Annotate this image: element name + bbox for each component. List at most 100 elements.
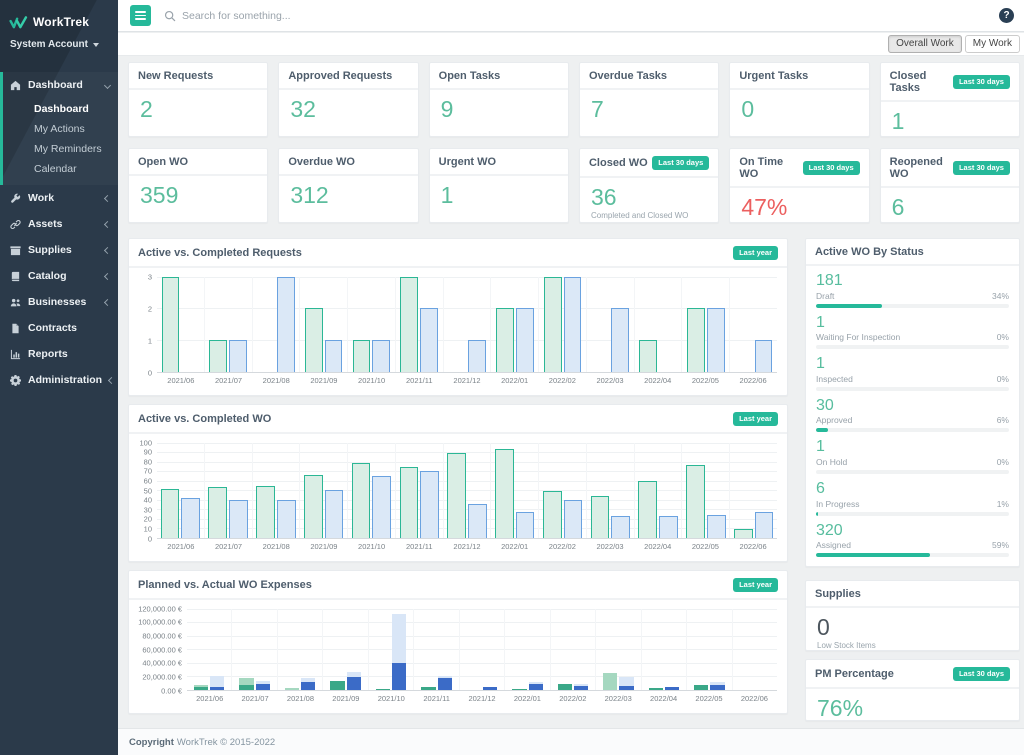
kpi-card-urgent-wo: Urgent WO1: [429, 148, 569, 223]
status-percent: 59%: [992, 540, 1009, 550]
timeframe-badge: Last 30 days: [652, 156, 709, 170]
y-axis: 1009080706050403020100: [129, 443, 157, 539]
bar: [495, 449, 514, 537]
help-icon[interactable]: ?: [999, 8, 1014, 23]
bar: [611, 308, 629, 371]
bar-group: [491, 277, 539, 372]
sidebar-item-catalog[interactable]: Catalog: [0, 263, 118, 289]
bar-group: [348, 277, 396, 372]
kpi-note: Completed and Closed WO: [580, 209, 718, 220]
bar-group: [596, 609, 641, 690]
stacked-bar: [285, 609, 299, 690]
bar: [353, 340, 371, 372]
chevron-left-icon: [108, 377, 115, 384]
status-row-in-progress: 6In Progress1%: [806, 474, 1019, 516]
stacked-bar: [512, 609, 526, 690]
sidebar-subitem-calendar[interactable]: Calendar: [3, 159, 118, 179]
bar: [707, 515, 726, 538]
sidebar-group-administration: Administration: [0, 367, 118, 393]
supplies-panel: Supplies 0 Low Stock Items: [805, 580, 1020, 651]
status-label: Inspected: [816, 374, 853, 384]
caret-down-icon: [93, 43, 99, 47]
bar-group: [460, 609, 505, 690]
bar: [707, 308, 725, 371]
bar: [161, 489, 180, 537]
timeframe-badge: Last 30 days: [953, 667, 1010, 681]
kpi-title: Overdue Tasks: [589, 70, 667, 82]
status-label: Draft: [816, 291, 834, 301]
stacked-bar: [438, 609, 452, 690]
copyright-label: Copyright: [129, 737, 174, 748]
my-work-button[interactable]: My Work: [965, 35, 1020, 53]
overall-work-button[interactable]: Overall Work: [888, 35, 962, 53]
sidebar-toggle-button[interactable]: [130, 5, 151, 26]
bar-group: [323, 609, 368, 690]
sidebar-submenu: DashboardMy ActionsMy RemindersCalendar: [3, 98, 118, 185]
sidebar-item-assets[interactable]: Assets: [0, 211, 118, 237]
kpi-value: 312: [279, 176, 417, 207]
bar-group: [348, 443, 396, 538]
stacked-bar: [330, 609, 344, 690]
sidebar-item-supplies[interactable]: Supplies: [0, 237, 118, 263]
stacked-bar: [756, 609, 770, 690]
bar: [734, 529, 753, 538]
y-axis: 3210: [129, 277, 157, 373]
bar-group: [205, 443, 253, 538]
chevron-left-icon: [104, 195, 111, 202]
dashboard-content: New Requests2Approved Requests32Open Tas…: [118, 56, 1024, 728]
sidebar-item-businesses[interactable]: Businesses: [0, 289, 118, 315]
status-label: Approved: [816, 415, 852, 425]
kpi-title: Approved Requests: [288, 70, 392, 82]
panel-title: PM Percentage: [815, 668, 894, 680]
sidebar-subitem-my-reminders[interactable]: My Reminders: [3, 139, 118, 159]
bar: [468, 340, 486, 372]
bar: [229, 340, 247, 372]
pm-percentage-panel: PM Percentage Last 30 days 76%: [805, 659, 1020, 721]
x-axis-labels: 2021/062021/072021/082021/092021/102021/…: [187, 691, 777, 703]
sidebar-item-reports[interactable]: Reports: [0, 341, 118, 367]
kpi-card-new-requests: New Requests2: [128, 62, 268, 137]
stacked-bar: [619, 609, 633, 690]
bar: [208, 487, 227, 537]
users-icon: [10, 297, 21, 308]
bar: [755, 512, 774, 538]
bar: [162, 277, 180, 372]
stacked-bar: [194, 609, 208, 690]
bar: [544, 277, 562, 372]
supplies-note: Low Stock Items: [806, 639, 1019, 650]
sidebar-item-dashboard[interactable]: Dashboard: [3, 72, 118, 98]
status-progressbar: [816, 553, 1009, 557]
search-input[interactable]: [182, 10, 482, 22]
sidebar-subitem-dashboard[interactable]: Dashboard: [3, 99, 118, 119]
stacked-bar: [347, 609, 361, 690]
chart-title: Planned vs. Actual WO Expenses: [138, 579, 312, 591]
kpi-card-closed-wo: Closed WOLast 30 days36Completed and Clo…: [579, 148, 719, 223]
bar: [352, 463, 371, 537]
timeframe-badge: Last 30 days: [953, 161, 1010, 175]
status-label: On Hold: [816, 457, 847, 467]
bar-group: [444, 443, 492, 538]
kpi-title: Urgent WO: [439, 156, 496, 168]
bar: [591, 496, 610, 538]
view-switch-bar: Overall Work My Work: [118, 33, 1024, 56]
chevron-left-icon: [104, 247, 111, 254]
bar-group: [730, 443, 777, 538]
bar: [277, 500, 296, 538]
status-percent: 0%: [997, 374, 1009, 384]
kpi-title: On Time WO: [739, 156, 802, 180]
bar: [305, 308, 323, 371]
sidebar-item-administration[interactable]: Administration: [0, 367, 118, 393]
bar-group: [444, 277, 492, 372]
sidebar-item-work[interactable]: Work: [0, 185, 118, 211]
bar-group: [505, 609, 550, 690]
sidebar-subitem-my-actions[interactable]: My Actions: [3, 119, 118, 139]
bar: [468, 504, 487, 537]
stacked-bar: [392, 609, 406, 690]
bar-group: [635, 277, 683, 372]
app-logo[interactable]: WorkTrek: [0, 0, 118, 32]
sidebar-item-contracts[interactable]: Contracts: [0, 315, 118, 341]
status-percent: 1%: [997, 499, 1009, 509]
bar-group: [551, 609, 596, 690]
account-switcher[interactable]: System Account: [0, 32, 118, 64]
bar: [400, 467, 419, 537]
